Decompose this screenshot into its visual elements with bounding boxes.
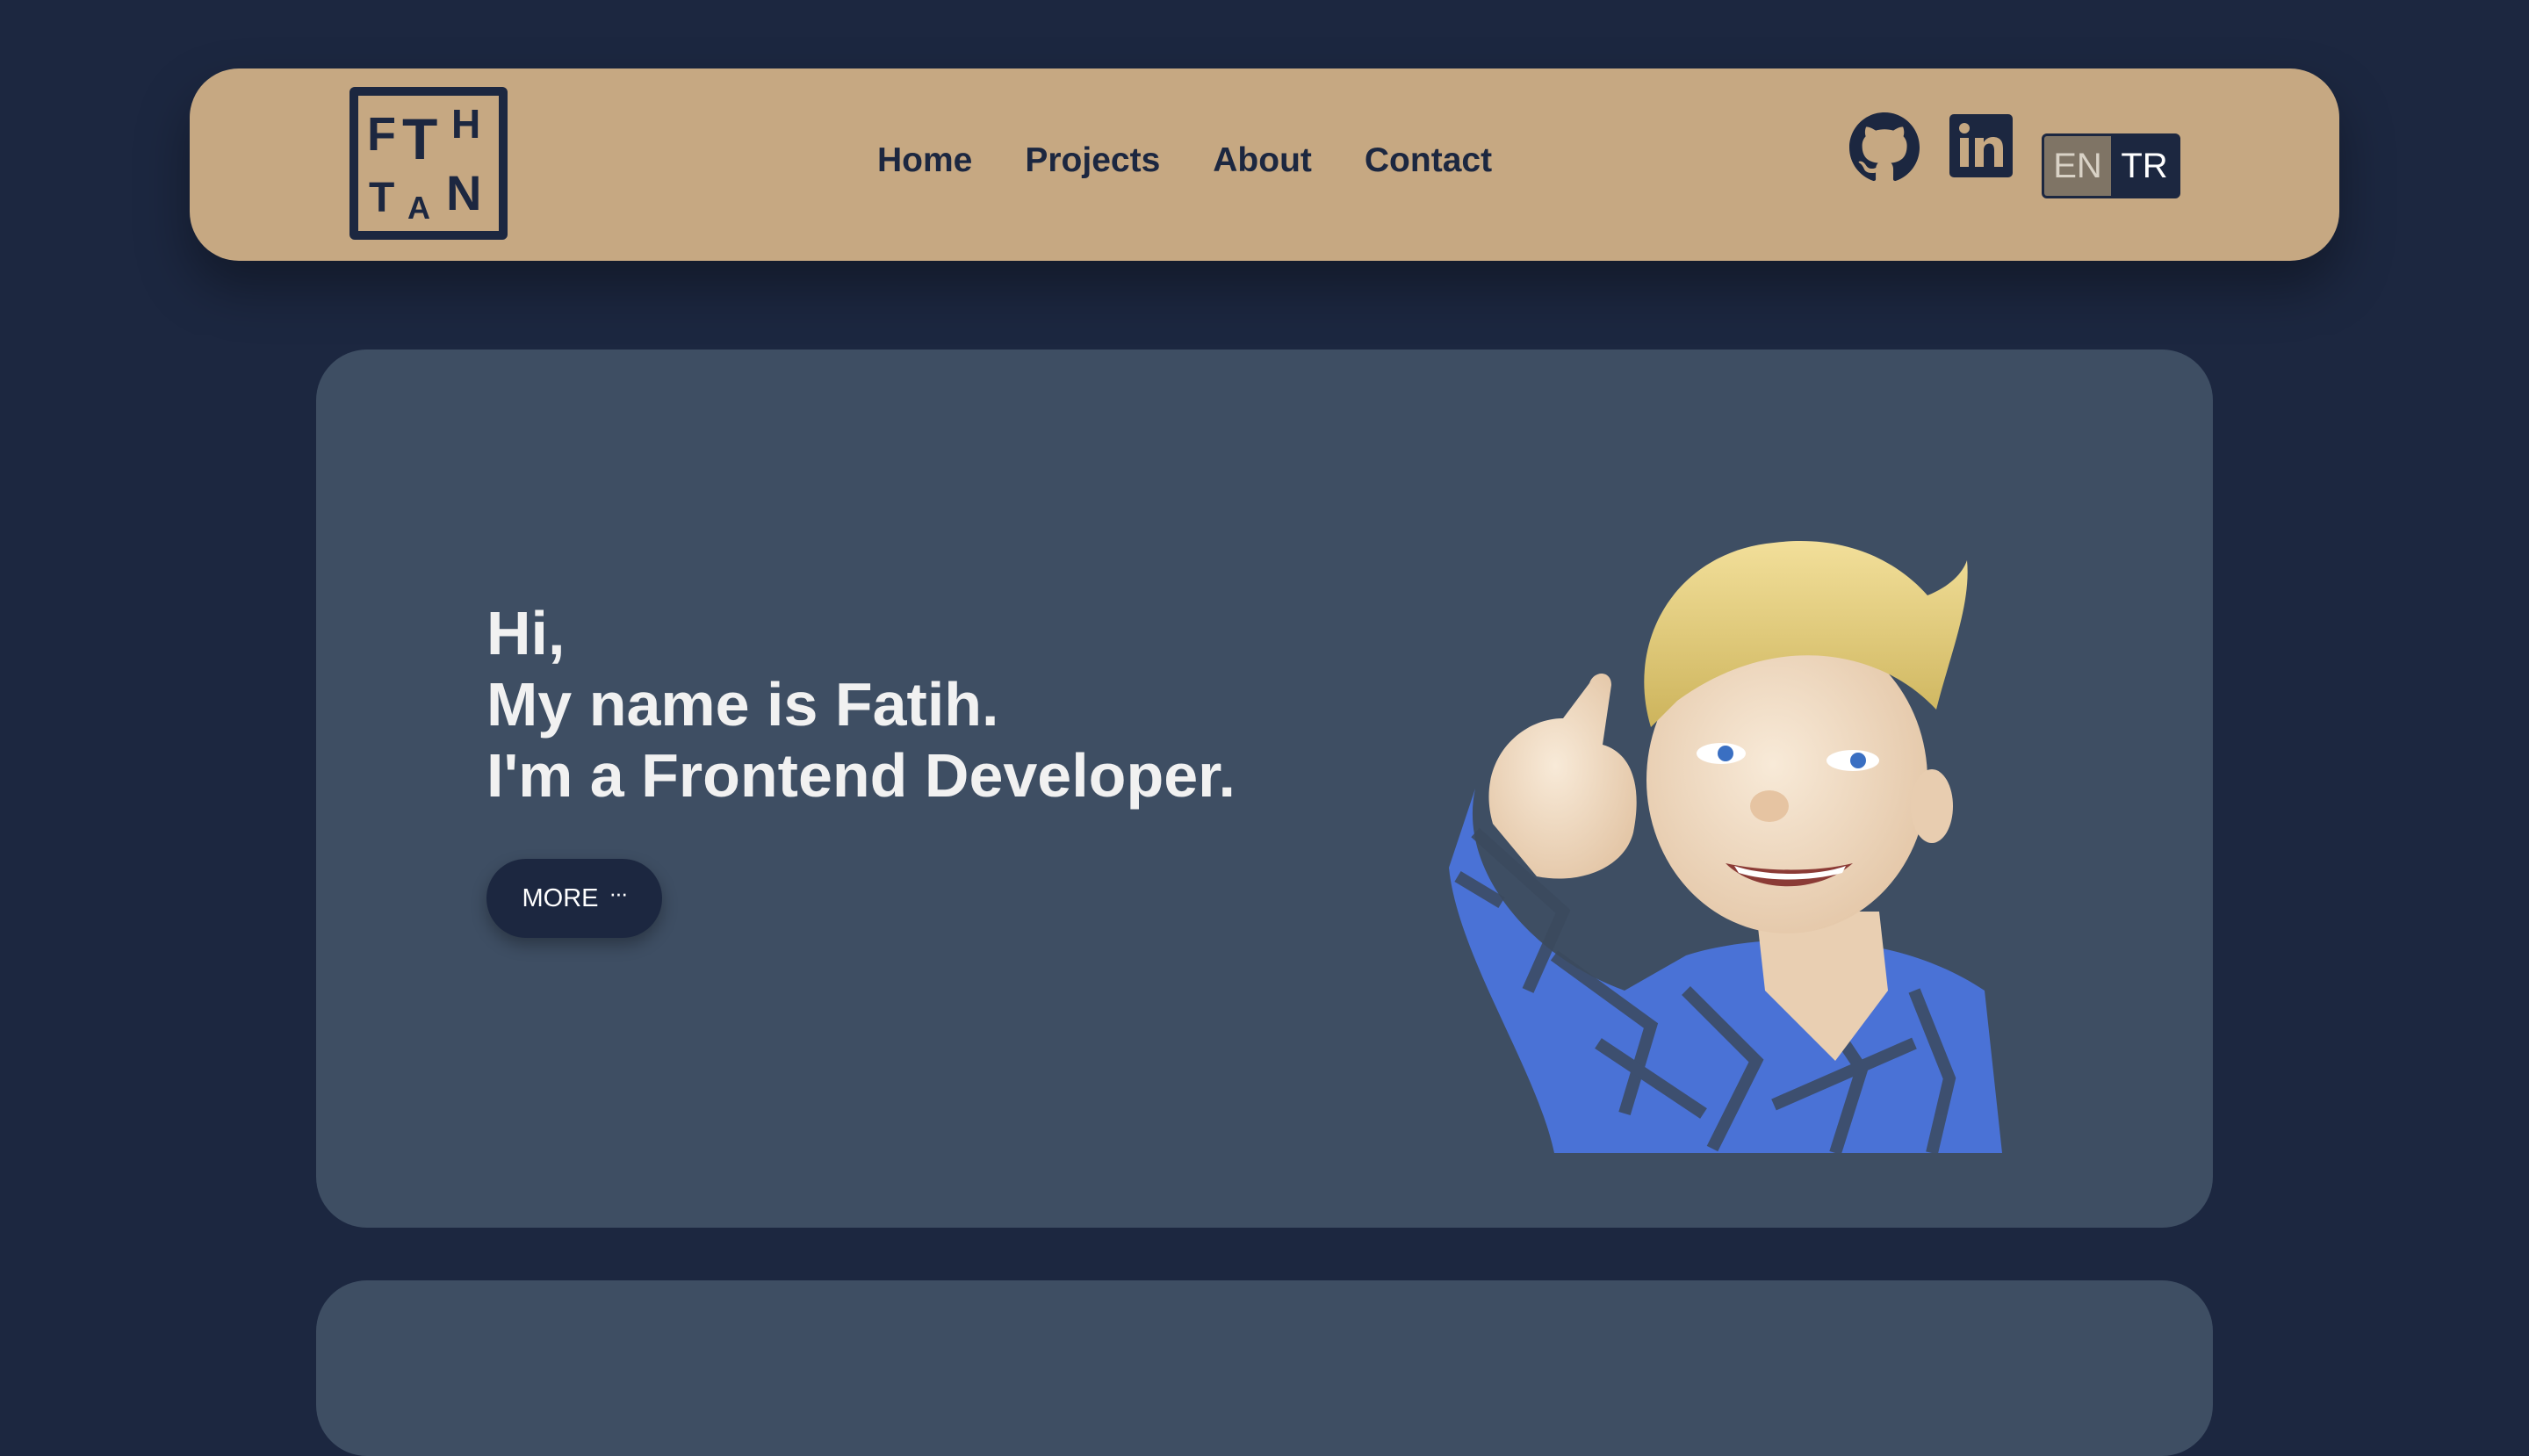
hero-role-line: I'm a Frontend Developer. xyxy=(486,741,1236,810)
lang-option-en[interactable]: EN xyxy=(2044,136,2111,196)
logo-letter-h: H xyxy=(451,101,480,147)
nav-link-about[interactable]: About xyxy=(1213,139,1312,183)
more-dots-icon: ··· xyxy=(609,879,629,906)
hero-card: Hi, My name is Fatih. I'm a Frontend Dev… xyxy=(316,350,2213,1228)
nav-link-contact[interactable]: Contact xyxy=(1365,139,1492,183)
hero-name-line: My name is Fatih. xyxy=(486,670,999,739)
nav-links: Home Projects About Contact xyxy=(877,139,1492,183)
more-button[interactable]: MORE ··· xyxy=(486,859,662,938)
navbar: F T H T A N Home Projects About Contact … xyxy=(190,68,2339,261)
logo-letter-t: T xyxy=(402,106,437,171)
memoji-avatar-image xyxy=(1449,541,2002,1153)
logo-letter-a: A xyxy=(407,190,430,226)
nav-link-home[interactable]: Home xyxy=(877,139,972,183)
hero-greeting: Hi, xyxy=(486,599,566,667)
logo-mark: F T H T A N xyxy=(367,101,481,226)
next-section-card xyxy=(316,1280,2213,1456)
linkedin-icon[interactable] xyxy=(1949,114,2013,177)
lang-option-tr[interactable]: TR xyxy=(2111,136,2178,196)
logo-letter-t2: T xyxy=(369,175,394,221)
nav-link-projects[interactable]: Projects xyxy=(1025,139,1160,183)
logo[interactable]: F T H T A N xyxy=(349,87,508,240)
github-icon[interactable] xyxy=(1849,112,1920,183)
language-switcher: EN TR xyxy=(2042,133,2180,198)
more-button-label: MORE xyxy=(522,883,599,912)
hero-heading: Hi, My name is Fatih. I'm a Frontend Dev… xyxy=(486,598,1236,811)
logo-letter-n: N xyxy=(446,165,481,220)
logo-letter-f: F xyxy=(367,108,396,161)
